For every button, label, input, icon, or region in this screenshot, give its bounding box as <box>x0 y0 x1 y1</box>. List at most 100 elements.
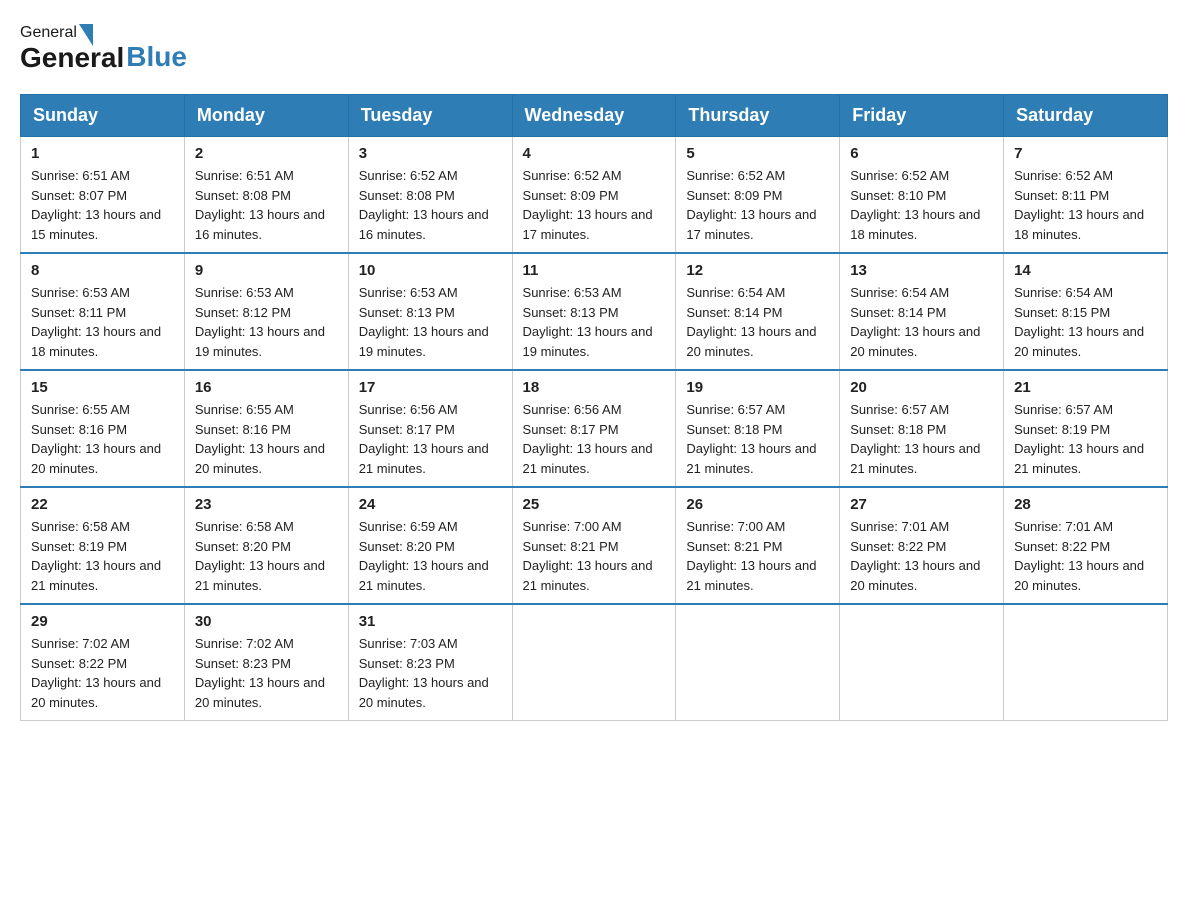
calendar-cell: 1 Sunrise: 6:51 AM Sunset: 8:07 PM Dayli… <box>21 137 185 254</box>
day-info: Sunrise: 6:51 AM Sunset: 8:07 PM Dayligh… <box>31 166 174 244</box>
day-info: Sunrise: 6:57 AM Sunset: 8:18 PM Dayligh… <box>850 400 993 478</box>
day-info: Sunrise: 6:54 AM Sunset: 8:15 PM Dayligh… <box>1014 283 1157 361</box>
day-info: Sunrise: 7:03 AM Sunset: 8:23 PM Dayligh… <box>359 634 502 712</box>
calendar-cell: 2 Sunrise: 6:51 AM Sunset: 8:08 PM Dayli… <box>184 137 348 254</box>
day-number: 5 <box>686 145 829 162</box>
calendar-week-row: 1 Sunrise: 6:51 AM Sunset: 8:07 PM Dayli… <box>21 137 1168 254</box>
day-info: Sunrise: 6:57 AM Sunset: 8:19 PM Dayligh… <box>1014 400 1157 478</box>
calendar-cell: 27 Sunrise: 7:01 AM Sunset: 8:22 PM Dayl… <box>840 487 1004 604</box>
calendar-header-tuesday: Tuesday <box>348 95 512 137</box>
day-info: Sunrise: 6:53 AM Sunset: 8:13 PM Dayligh… <box>523 283 666 361</box>
logo-general-text: General <box>20 24 77 42</box>
day-number: 14 <box>1014 262 1157 279</box>
day-info: Sunrise: 6:54 AM Sunset: 8:14 PM Dayligh… <box>850 283 993 361</box>
day-number: 31 <box>359 613 502 630</box>
day-info: Sunrise: 6:52 AM Sunset: 8:09 PM Dayligh… <box>686 166 829 244</box>
day-info: Sunrise: 7:00 AM Sunset: 8:21 PM Dayligh… <box>523 517 666 595</box>
calendar-cell: 26 Sunrise: 7:00 AM Sunset: 8:21 PM Dayl… <box>676 487 840 604</box>
calendar-cell: 6 Sunrise: 6:52 AM Sunset: 8:10 PM Dayli… <box>840 137 1004 254</box>
day-number: 1 <box>31 145 174 162</box>
day-number: 22 <box>31 496 174 513</box>
day-number: 9 <box>195 262 338 279</box>
day-info: Sunrise: 6:52 AM Sunset: 8:09 PM Dayligh… <box>523 166 666 244</box>
day-number: 28 <box>1014 496 1157 513</box>
calendar-week-row: 22 Sunrise: 6:58 AM Sunset: 8:19 PM Dayl… <box>21 487 1168 604</box>
day-info: Sunrise: 6:52 AM Sunset: 8:10 PM Dayligh… <box>850 166 993 244</box>
calendar-cell: 12 Sunrise: 6:54 AM Sunset: 8:14 PM Dayl… <box>676 253 840 370</box>
day-info: Sunrise: 6:57 AM Sunset: 8:18 PM Dayligh… <box>686 400 829 478</box>
calendar-week-row: 8 Sunrise: 6:53 AM Sunset: 8:11 PM Dayli… <box>21 253 1168 370</box>
calendar-cell: 23 Sunrise: 6:58 AM Sunset: 8:20 PM Dayl… <box>184 487 348 604</box>
day-number: 30 <box>195 613 338 630</box>
calendar-week-row: 15 Sunrise: 6:55 AM Sunset: 8:16 PM Dayl… <box>21 370 1168 487</box>
day-info: Sunrise: 6:58 AM Sunset: 8:19 PM Dayligh… <box>31 517 174 595</box>
calendar-header-sunday: Sunday <box>21 95 185 137</box>
calendar-cell: 18 Sunrise: 6:56 AM Sunset: 8:17 PM Dayl… <box>512 370 676 487</box>
day-number: 27 <box>850 496 993 513</box>
day-number: 3 <box>359 145 502 162</box>
day-info: Sunrise: 7:02 AM Sunset: 8:23 PM Dayligh… <box>195 634 338 712</box>
day-number: 24 <box>359 496 502 513</box>
calendar-cell: 7 Sunrise: 6:52 AM Sunset: 8:11 PM Dayli… <box>1004 137 1168 254</box>
day-number: 29 <box>31 613 174 630</box>
day-info: Sunrise: 6:52 AM Sunset: 8:08 PM Dayligh… <box>359 166 502 244</box>
calendar-cell: 4 Sunrise: 6:52 AM Sunset: 8:09 PM Dayli… <box>512 137 676 254</box>
day-info: Sunrise: 6:55 AM Sunset: 8:16 PM Dayligh… <box>31 400 174 478</box>
calendar-cell <box>512 604 676 721</box>
calendar-header-wednesday: Wednesday <box>512 95 676 137</box>
day-number: 15 <box>31 379 174 396</box>
day-info: Sunrise: 6:59 AM Sunset: 8:20 PM Dayligh… <box>359 517 502 595</box>
day-info: Sunrise: 6:51 AM Sunset: 8:08 PM Dayligh… <box>195 166 338 244</box>
calendar-cell: 11 Sunrise: 6:53 AM Sunset: 8:13 PM Dayl… <box>512 253 676 370</box>
logo-general-text2: General <box>20 42 124 74</box>
calendar-cell <box>1004 604 1168 721</box>
day-info: Sunrise: 6:56 AM Sunset: 8:17 PM Dayligh… <box>359 400 502 478</box>
calendar-cell: 20 Sunrise: 6:57 AM Sunset: 8:18 PM Dayl… <box>840 370 1004 487</box>
day-info: Sunrise: 7:01 AM Sunset: 8:22 PM Dayligh… <box>1014 517 1157 595</box>
day-info: Sunrise: 6:53 AM Sunset: 8:12 PM Dayligh… <box>195 283 338 361</box>
day-number: 18 <box>523 379 666 396</box>
day-number: 12 <box>686 262 829 279</box>
day-number: 2 <box>195 145 338 162</box>
calendar-header-saturday: Saturday <box>1004 95 1168 137</box>
calendar-cell: 21 Sunrise: 6:57 AM Sunset: 8:19 PM Dayl… <box>1004 370 1168 487</box>
calendar-cell: 24 Sunrise: 6:59 AM Sunset: 8:20 PM Dayl… <box>348 487 512 604</box>
calendar-header-monday: Monday <box>184 95 348 137</box>
calendar-cell: 16 Sunrise: 6:55 AM Sunset: 8:16 PM Dayl… <box>184 370 348 487</box>
calendar-cell: 22 Sunrise: 6:58 AM Sunset: 8:19 PM Dayl… <box>21 487 185 604</box>
calendar-cell: 10 Sunrise: 6:53 AM Sunset: 8:13 PM Dayl… <box>348 253 512 370</box>
calendar-cell: 9 Sunrise: 6:53 AM Sunset: 8:12 PM Dayli… <box>184 253 348 370</box>
page-header: General General Blue <box>20 20 1168 74</box>
calendar-cell: 8 Sunrise: 6:53 AM Sunset: 8:11 PM Dayli… <box>21 253 185 370</box>
day-number: 17 <box>359 379 502 396</box>
day-info: Sunrise: 6:55 AM Sunset: 8:16 PM Dayligh… <box>195 400 338 478</box>
day-number: 6 <box>850 145 993 162</box>
calendar-week-row: 29 Sunrise: 7:02 AM Sunset: 8:22 PM Dayl… <box>21 604 1168 721</box>
day-number: 7 <box>1014 145 1157 162</box>
day-info: Sunrise: 7:02 AM Sunset: 8:22 PM Dayligh… <box>31 634 174 712</box>
day-number: 10 <box>359 262 502 279</box>
calendar-header-thursday: Thursday <box>676 95 840 137</box>
day-number: 8 <box>31 262 174 279</box>
calendar-cell <box>676 604 840 721</box>
calendar-cell: 28 Sunrise: 7:01 AM Sunset: 8:22 PM Dayl… <box>1004 487 1168 604</box>
day-number: 11 <box>523 262 666 279</box>
day-number: 16 <box>195 379 338 396</box>
calendar-cell: 15 Sunrise: 6:55 AM Sunset: 8:16 PM Dayl… <box>21 370 185 487</box>
calendar-cell: 25 Sunrise: 7:00 AM Sunset: 8:21 PM Dayl… <box>512 487 676 604</box>
day-number: 23 <box>195 496 338 513</box>
day-info: Sunrise: 6:52 AM Sunset: 8:11 PM Dayligh… <box>1014 166 1157 244</box>
calendar-cell: 29 Sunrise: 7:02 AM Sunset: 8:22 PM Dayl… <box>21 604 185 721</box>
day-number: 26 <box>686 496 829 513</box>
day-info: Sunrise: 6:53 AM Sunset: 8:13 PM Dayligh… <box>359 283 502 361</box>
day-info: Sunrise: 7:01 AM Sunset: 8:22 PM Dayligh… <box>850 517 993 595</box>
calendar-table: SundayMondayTuesdayWednesdayThursdayFrid… <box>20 94 1168 721</box>
calendar-cell: 14 Sunrise: 6:54 AM Sunset: 8:15 PM Dayl… <box>1004 253 1168 370</box>
calendar-cell: 19 Sunrise: 6:57 AM Sunset: 8:18 PM Dayl… <box>676 370 840 487</box>
calendar-cell: 17 Sunrise: 6:56 AM Sunset: 8:17 PM Dayl… <box>348 370 512 487</box>
calendar-header-row: SundayMondayTuesdayWednesdayThursdayFrid… <box>21 95 1168 137</box>
logo: General General Blue <box>20 20 187 74</box>
calendar-cell: 13 Sunrise: 6:54 AM Sunset: 8:14 PM Dayl… <box>840 253 1004 370</box>
calendar-cell: 30 Sunrise: 7:02 AM Sunset: 8:23 PM Dayl… <box>184 604 348 721</box>
day-number: 21 <box>1014 379 1157 396</box>
